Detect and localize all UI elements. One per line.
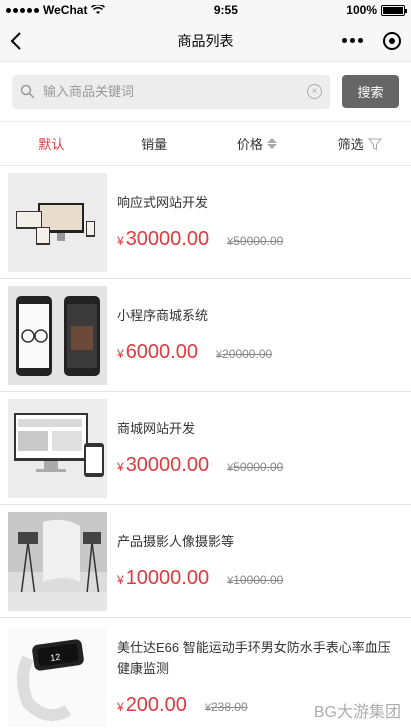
product-price: ¥10000.00 xyxy=(117,567,209,590)
product-image xyxy=(8,511,107,611)
product-name: 小程序商城系统 xyxy=(117,308,209,324)
nav-bar: 商品列表 xyxy=(0,20,411,62)
product-name: 产品摄影人像摄影等 xyxy=(117,534,235,550)
battery-percent: 100% xyxy=(346,3,377,17)
carrier-name: WeChat xyxy=(43,3,88,17)
product-image xyxy=(8,398,107,498)
filter-sales[interactable]: 销量 xyxy=(103,134,206,153)
product-price: ¥200.00 xyxy=(117,694,187,717)
search-box: × xyxy=(12,74,330,109)
product-price: ¥30000.00 xyxy=(117,228,209,251)
currency-symbol: ¥ xyxy=(117,459,124,474)
original-price: ¥20000.00 xyxy=(216,347,272,361)
product-price: ¥6000.00 xyxy=(117,341,198,364)
more-icon[interactable] xyxy=(342,38,363,43)
product-name: 商城网站开发 xyxy=(117,421,196,437)
original-price: ¥238.00 xyxy=(205,700,248,714)
product-item[interactable]: 产品摄影人像摄影等 ¥10000.00 ¥10000.00 xyxy=(0,505,411,618)
search-button[interactable]: 搜索 xyxy=(342,75,399,108)
filter-price-label: 价格 xyxy=(236,137,263,152)
currency-symbol: ¥ xyxy=(117,572,124,587)
original-price-value: 10000.00 xyxy=(233,572,284,587)
filter-screen[interactable]: 筛选 xyxy=(308,134,411,153)
product-name: 美仕达E66 智能运动手环男女防水手表心率血压健康监测 xyxy=(117,640,391,676)
filter-bar: 默认 销量 价格 筛选 xyxy=(0,122,411,166)
carrier-info: WeChat xyxy=(6,3,106,17)
product-item[interactable]: 响应式网站开发 ¥30000.00 ¥50000.00 xyxy=(0,166,411,279)
status-bar: WeChat 9:55 100% xyxy=(0,0,411,20)
product-name: 响应式网站开发 xyxy=(117,195,209,211)
product-image xyxy=(8,285,107,385)
original-price-value: 50000.00 xyxy=(233,233,284,248)
product-list: 响应式网站开发 ¥30000.00 ¥50000.00 小程序商城系统 ¥600… xyxy=(0,166,411,728)
currency-symbol: ¥ xyxy=(117,233,124,248)
original-price: ¥50000.00 xyxy=(227,234,283,248)
price-value: 30000.00 xyxy=(125,227,210,250)
product-item[interactable]: 小程序商城系统 ¥6000.00 ¥20000.00 xyxy=(0,279,411,392)
close-miniprogram-icon[interactable] xyxy=(383,31,401,50)
back-icon[interactable] xyxy=(10,31,30,51)
clear-icon[interactable]: × xyxy=(307,84,322,99)
battery-icon xyxy=(381,4,407,16)
search-bar: × 搜索 xyxy=(0,62,411,122)
sort-icon xyxy=(266,138,277,149)
watermark: BG大游集团 xyxy=(313,704,401,721)
search-input[interactable] xyxy=(43,84,299,99)
wifi-icon xyxy=(91,5,106,14)
price-value: 6000.00 xyxy=(125,340,198,363)
product-image xyxy=(8,172,107,272)
original-price-value: 238.00 xyxy=(210,699,248,714)
original-price-value: 50000.00 xyxy=(233,459,284,474)
original-price: ¥50000.00 xyxy=(227,460,283,474)
original-price-value: 20000.00 xyxy=(222,346,273,361)
currency-symbol: ¥ xyxy=(117,346,124,361)
product-image: 12 xyxy=(8,628,107,727)
svg-text:12: 12 xyxy=(50,652,61,663)
capsule-menu xyxy=(342,31,401,50)
funnel-icon xyxy=(367,138,382,150)
signal-icon xyxy=(6,7,39,13)
currency-symbol: ¥ xyxy=(117,699,124,714)
price-value: 30000.00 xyxy=(125,453,210,476)
product-item[interactable]: 商城网站开发 ¥30000.00 ¥50000.00 xyxy=(0,392,411,505)
price-value: 10000.00 xyxy=(125,566,210,589)
battery-status: 100% xyxy=(346,3,407,17)
status-time: 9:55 xyxy=(213,3,238,17)
filter-price[interactable]: 价格 xyxy=(206,134,309,153)
original-price: ¥10000.00 xyxy=(227,573,283,587)
price-value: 200.00 xyxy=(125,693,187,716)
filter-sales-label: 销量 xyxy=(141,137,168,152)
product-price: ¥30000.00 xyxy=(117,454,209,477)
search-icon xyxy=(20,84,35,99)
filter-default[interactable]: 默认 xyxy=(0,134,103,153)
filter-screen-label: 筛选 xyxy=(337,137,364,152)
filter-default-label: 默认 xyxy=(38,137,65,152)
